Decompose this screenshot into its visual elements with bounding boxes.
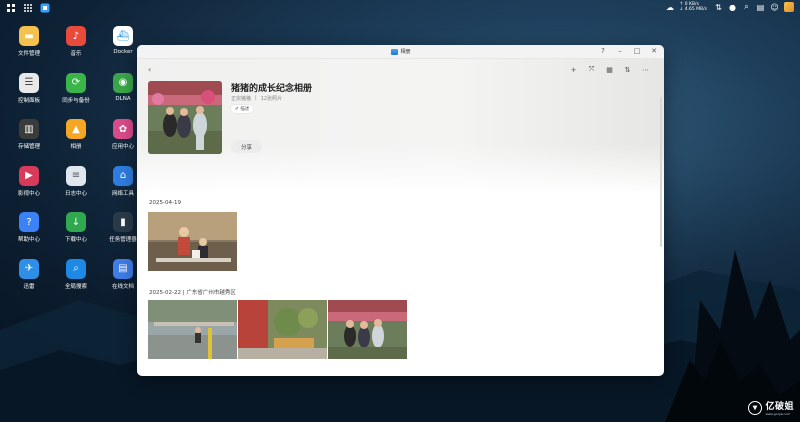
add-icon[interactable]: + xyxy=(569,65,578,74)
watermark: 亿破姐 www.ypojie.com xyxy=(748,399,794,416)
app-store-icon[interactable] xyxy=(40,3,50,13)
control-panel-icon: ☰ xyxy=(19,72,39,93)
transfer-icon[interactable]: ⇅ xyxy=(714,3,723,12)
video-center-icon: ▶ xyxy=(19,165,39,186)
thunder-icon: ✈ xyxy=(19,258,39,279)
storage-icon: ▥ xyxy=(19,119,39,139)
edit-description-button[interactable]: ✐ 描述 xyxy=(231,105,254,113)
global-search-icon: ⌕ xyxy=(66,258,86,279)
album-meta: 正宗猪猪 | 12张照片 xyxy=(231,95,282,102)
task-manager-icon: ▮ xyxy=(113,212,133,232)
music-icon: ♪ xyxy=(66,26,86,46)
album-content[interactable]: ‹ + ⤧ ▦ ⇅ ⋯ 猪猪的成长纪念相册 正宗猪猪 | 12张照片 ✐ 描述 … xyxy=(137,59,664,376)
network-speed: ↑ 0 KB/s ↓ 4.65 MB/s xyxy=(680,2,707,12)
back-arrow-icon[interactable]: ‹ xyxy=(148,65,151,74)
docker-icon: ⛴ xyxy=(113,26,133,46)
photos-app-icon xyxy=(390,48,398,55)
close-button[interactable]: ✕ xyxy=(650,47,658,56)
menu-icon[interactable] xyxy=(23,3,33,13)
date-group-header: 2025-02-22 | 广东省广州市越秀区 xyxy=(149,290,236,296)
photo-thumbnail[interactable] xyxy=(238,300,327,359)
sync-icon: ⟳ xyxy=(66,72,86,93)
maximize-button[interactable]: □ xyxy=(633,47,641,56)
album-owner: 正宗猪猪 xyxy=(231,96,252,102)
download-speed: ↓ 4.65 MB/s xyxy=(679,7,707,12)
photos-window: 相册 ? – □ ✕ ‹ + ⤧ ▦ ⇅ ⋯ 猪猪的成长纪念相册 正宗猪猪 | … xyxy=(137,45,664,376)
dlna-icon: ◉ xyxy=(113,72,133,93)
app-center-icon: ✿ xyxy=(113,119,133,139)
window-titlebar[interactable]: 相册 ? – □ ✕ xyxy=(137,45,664,59)
album-title: 猪猪的成长纪念相册 xyxy=(231,84,313,94)
album-cover-image[interactable] xyxy=(148,81,222,154)
cloud-icon[interactable]: ☁ xyxy=(666,3,675,12)
photo-count: 12张照片 xyxy=(260,96,283,102)
folder-icon: ▬ xyxy=(19,26,39,46)
share-button[interactable]: 分享 xyxy=(231,140,262,153)
watermark-logo-icon xyxy=(748,400,763,415)
help-button[interactable]: ? xyxy=(599,47,607,56)
photo-thumbnail[interactable] xyxy=(148,212,237,271)
scrollbar[interactable] xyxy=(660,97,662,247)
system-top-bar: ☁ ↑ 0 KB/s ↓ 4.65 MB/s ⇅ ● ⌕ ▤ ☺ xyxy=(0,0,800,16)
more-icon[interactable]: ⋯ xyxy=(641,65,650,74)
photo-thumbnail[interactable] xyxy=(328,300,407,359)
select-icon[interactable]: ⤧ xyxy=(587,65,596,74)
network-tools-icon: ⌂ xyxy=(113,165,133,186)
meta-separator: | xyxy=(255,95,257,101)
log-center-icon: ≡ xyxy=(66,165,86,186)
avatar[interactable] xyxy=(784,2,794,12)
download-icon: ↓ xyxy=(66,212,86,232)
watermark-text: 亿破姐 xyxy=(765,402,794,412)
minimize-button[interactable]: – xyxy=(616,47,624,56)
slideshow-icon[interactable]: ▦ xyxy=(605,65,614,74)
user-icon[interactable]: ☺ xyxy=(770,3,779,12)
apps-grid-icon[interactable] xyxy=(6,3,16,13)
watermark-url: www.ypojie.com xyxy=(765,412,790,416)
photo-thumbnail[interactable] xyxy=(148,300,237,359)
date-group-header: 2025-04-19 xyxy=(149,200,181,206)
notification-icon[interactable]: ● xyxy=(728,3,737,12)
task-icon[interactable]: ▤ xyxy=(756,3,765,12)
sort-icon[interactable]: ⇅ xyxy=(623,65,632,74)
album-toolbar: ‹ + ⤧ ▦ ⇅ ⋯ xyxy=(137,65,664,77)
help-icon: ? xyxy=(19,212,39,232)
online-docs-icon: ▤ xyxy=(113,258,133,279)
window-title: 相册 xyxy=(400,49,411,55)
photos-icon: ▲ xyxy=(66,119,86,139)
search-icon[interactable]: ⌕ xyxy=(742,2,751,12)
